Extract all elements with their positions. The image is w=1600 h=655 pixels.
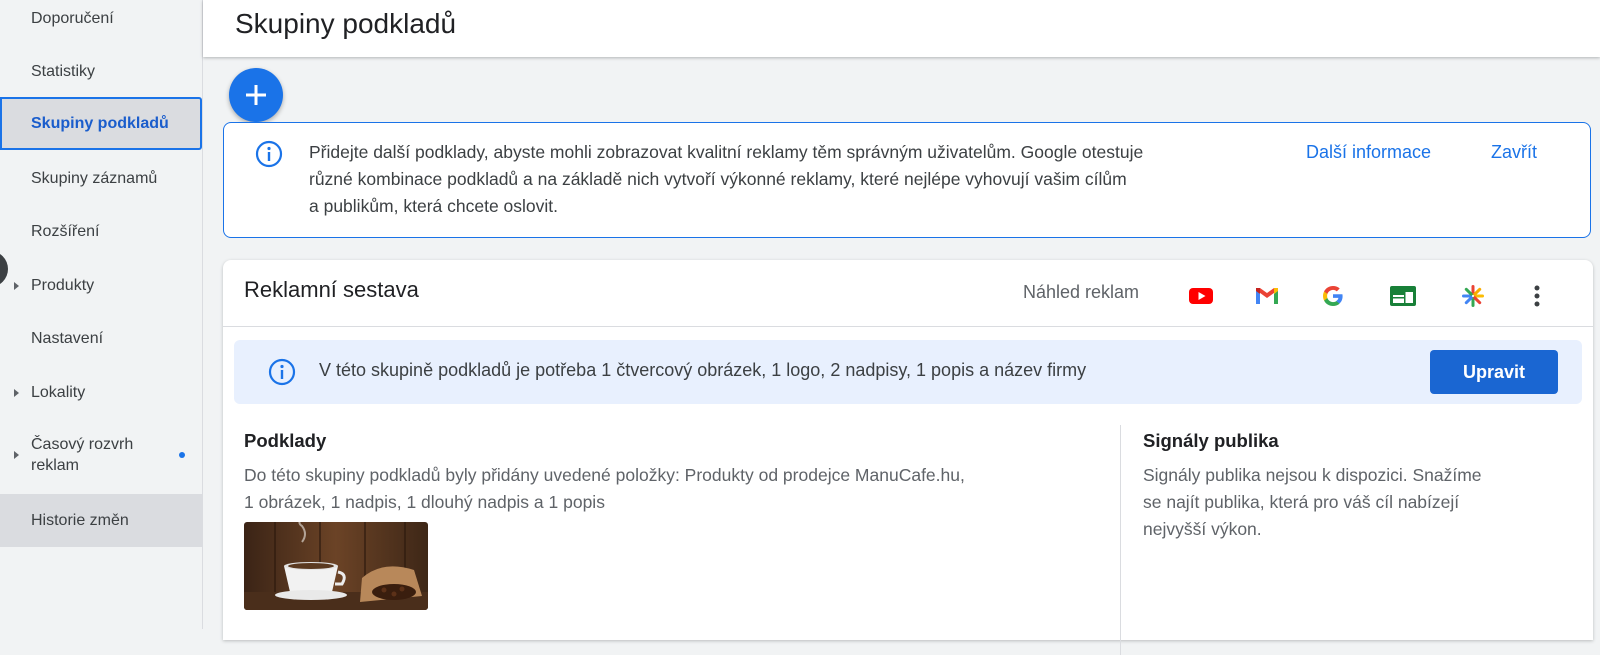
banner-text-line1: Přidejte další podklady, abyste mohli zo… [309, 142, 1144, 162]
divider [223, 326, 1593, 327]
assets-description-line1: Do této skupiny podkladů byly přidány uv… [244, 465, 965, 485]
page-header: Skupiny podkladů [203, 0, 1600, 57]
add-button[interactable] [229, 68, 283, 122]
display-icon[interactable] [1389, 282, 1417, 310]
gmail-icon[interactable] [1253, 282, 1281, 310]
sidebar-item-casovy-rozvrh[interactable]: Časový rozvrh reklam [0, 430, 202, 480]
signals-description-line3: nejvyšší výkon. [1143, 519, 1262, 539]
learn-more-link[interactable]: Další informace [1306, 142, 1431, 163]
info-icon [255, 140, 283, 168]
assets-title: Podklady [244, 430, 327, 451]
sidebar-item-label: Nastavení [31, 329, 104, 347]
signals-description: Signály publika nejsou k dispozici. Snaž… [1143, 462, 1563, 543]
sidebar-item-rozsireni[interactable]: Rozšíření [0, 205, 202, 258]
preview-label: Náhled reklam [1023, 282, 1140, 302]
sidebar-item-nastaveni[interactable]: Nastavení [0, 312, 202, 365]
sidebar-item-label-line1: Časový rozvrh [31, 436, 134, 453]
signals-description-line2: se najít publika, která pro váš cíl nabí… [1143, 492, 1460, 512]
sidebar-item-label: Skupiny podkladů [31, 114, 169, 132]
banner-text: Přidejte další podklady, abyste mohli zo… [309, 139, 1239, 220]
edit-button[interactable]: Upravit [1430, 350, 1558, 394]
sidebar-item-skupiny-podkladu[interactable]: Skupiny podkladů [0, 97, 202, 150]
assets-description-line2: 1 obrázek, 1 nadpis, 1 dlouhý nadpis a 1… [244, 492, 605, 512]
assets-description: Do této skupiny podkladů byly přidány uv… [244, 462, 1084, 516]
sidebar-item-doporuceni[interactable]: Doporučení [0, 0, 202, 45]
more-vert-icon[interactable] [1523, 282, 1551, 310]
sidebar-item-label: Časový rozvrh reklam [31, 434, 133, 476]
info-icon [268, 358, 296, 386]
sidebar: Doporučení Statistiky Skupiny podkladů S… [0, 0, 203, 629]
sidebar-item-statistiky[interactable]: Statistiky [0, 45, 202, 98]
sidebar-item-label: Skupiny záznamů [31, 169, 158, 187]
google-icon[interactable] [1319, 282, 1347, 310]
sidebar-item-label: Rozšíření [31, 222, 100, 240]
youtube-icon[interactable] [1187, 282, 1215, 310]
sidebar-item-label: Statistiky [31, 62, 96, 80]
column-divider [1120, 425, 1121, 655]
sidebar-item-historie-zmen[interactable]: Historie změn [0, 494, 202, 547]
plus-icon [246, 85, 266, 105]
sidebar-item-label-line2: reklam [31, 457, 80, 474]
banner-text-line2: různé kombinace podkladů a na základě ni… [309, 169, 1127, 189]
discover-icon[interactable] [1459, 282, 1487, 310]
banner-text-line3: a publikům, která chcete oslovit. [309, 196, 559, 216]
info-banner: Přidejte další podklady, abyste mohli zo… [223, 122, 1591, 238]
coffee-image-thumbnail[interactable] [244, 522, 428, 610]
sidebar-item-label: Doporučení [31, 9, 114, 27]
sidebar-item-produkty[interactable]: Produkty [0, 259, 202, 312]
sidebar-item-lokality[interactable]: Lokality [0, 366, 202, 419]
sidebar-item-skupiny-zaznamu[interactable]: Skupiny záznamů [0, 152, 202, 205]
sidebar-item-label: Produkty [31, 276, 95, 294]
requirement-text: V této skupině podkladů je potřeba 1 čtv… [319, 360, 1087, 380]
sidebar-item-label: Historie změn [31, 511, 129, 529]
sidebar-item-label: Lokality [31, 383, 86, 401]
card-title: Reklamní sestava [244, 277, 419, 302]
signals-description-line1: Signály publika nejsou k dispozici. Snaž… [1143, 465, 1482, 485]
caret-right-icon [14, 388, 19, 397]
notification-dot [179, 452, 185, 458]
ad-set-card: Reklamní sestava Náhled reklam V této sk… [223, 260, 1593, 655]
requirement-notice: V této skupině podkladů je potřeba 1 čtv… [234, 340, 1582, 404]
close-banner-link[interactable]: Zavřít [1491, 142, 1537, 163]
caret-right-icon [14, 451, 19, 459]
signals-title: Signály publika [1143, 430, 1279, 451]
caret-right-icon [14, 281, 19, 290]
page-title: Skupiny podkladů [235, 8, 457, 39]
